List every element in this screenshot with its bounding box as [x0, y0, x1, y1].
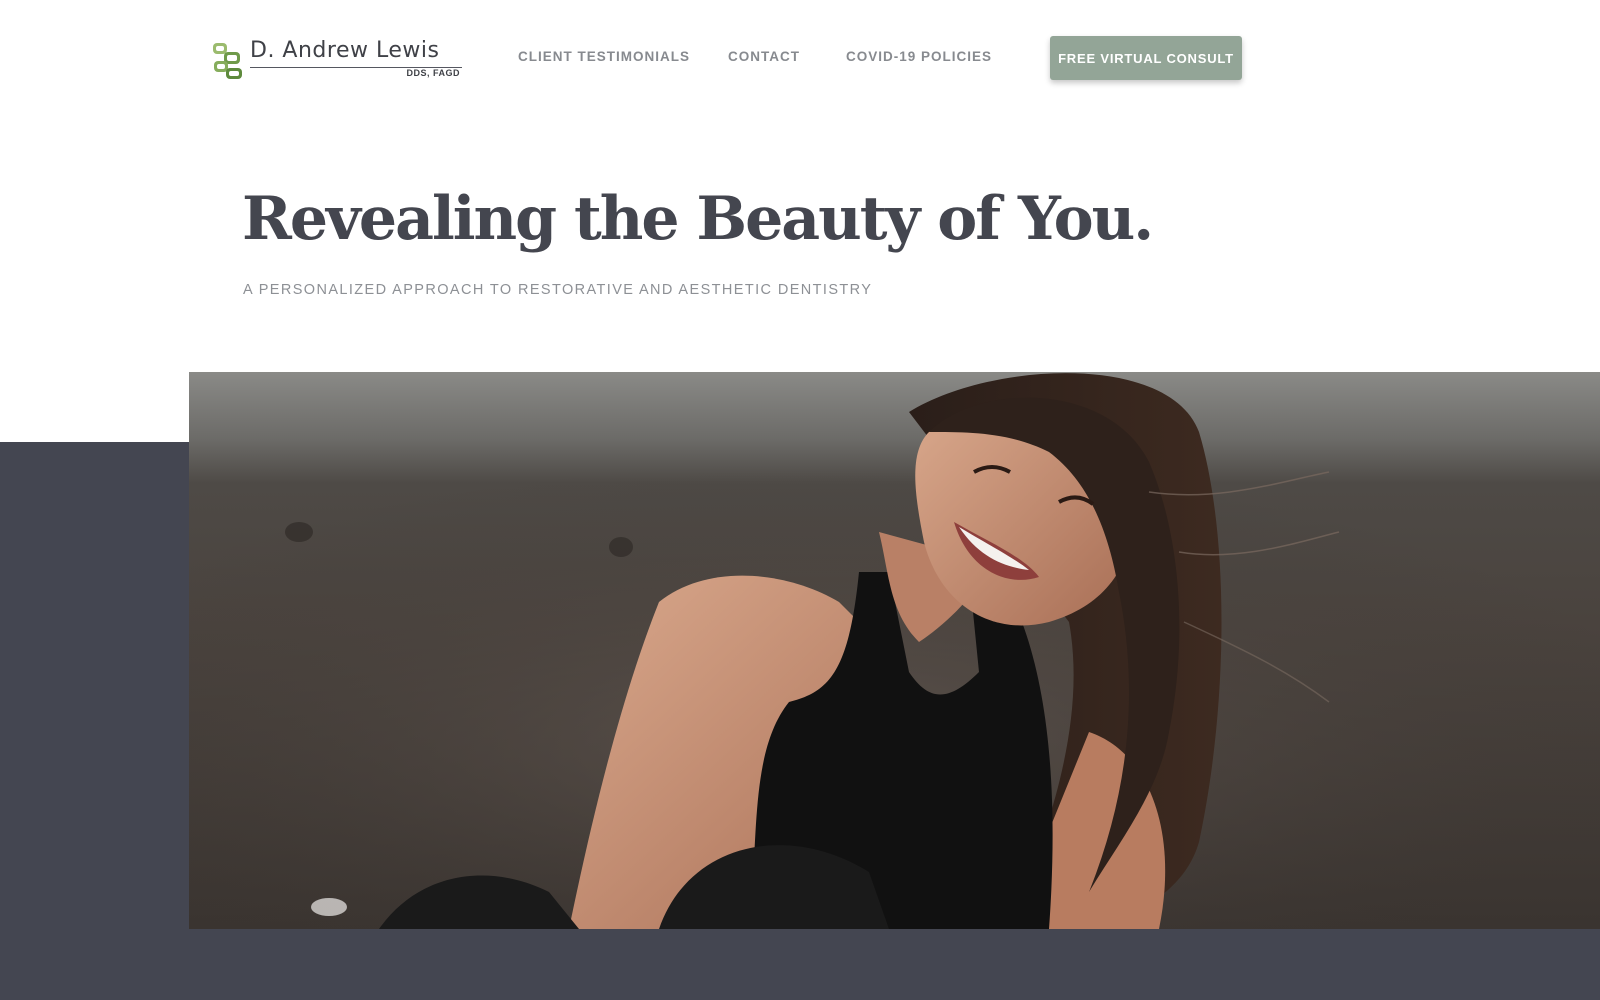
nav-contact[interactable]: CONTACT — [728, 49, 800, 64]
logo-name: D. Andrew Lewis — [250, 38, 440, 63]
site-logo[interactable]: D. Andrew Lewis DDS, FAGD — [212, 38, 462, 82]
logo-credentials: DDS, FAGD — [406, 68, 460, 78]
hero-title: Revealing the Beauty of You. — [242, 184, 1154, 254]
nav-client-testimonials[interactable]: CLIENT TESTIMONIALS — [518, 49, 690, 64]
hero-subtitle: A PERSONALIZED APPROACH TO RESTORATIVE A… — [243, 282, 873, 298]
tooth-chain-logo-icon — [213, 43, 242, 79]
free-virtual-consult-button[interactable]: FREE VIRTUAL CONSULT — [1050, 36, 1242, 80]
nav-covid-policies[interactable]: COVID-19 POLICIES — [846, 49, 992, 64]
site-header: D. Andrew Lewis DDS, FAGD CLIENT TESTIMO… — [0, 0, 1600, 120]
smiling-woman-photo — [189, 372, 1600, 929]
